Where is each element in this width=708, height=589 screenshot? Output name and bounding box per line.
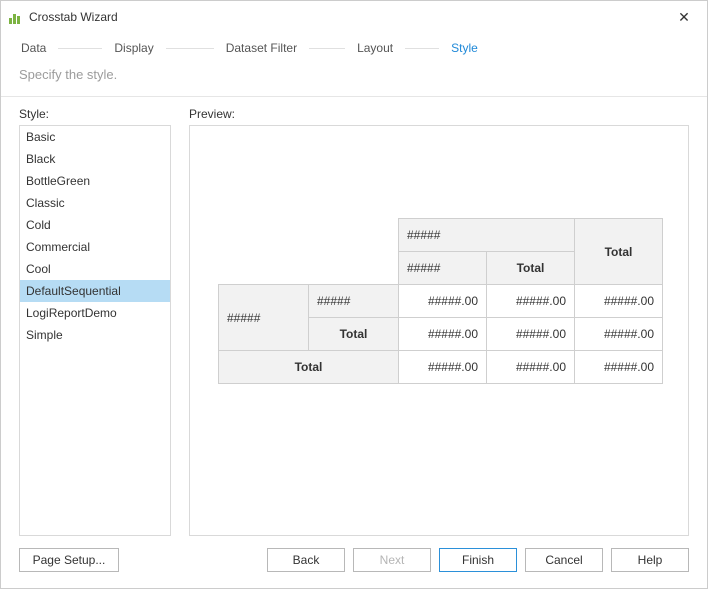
row-grand-total-header: Total	[219, 351, 399, 384]
step-style[interactable]: Style	[449, 41, 480, 55]
cell-value: #####.00	[575, 351, 663, 384]
preview-panel: ##### Total ##### Total ##### ##### ####…	[189, 125, 689, 536]
step-display[interactable]: Display	[112, 41, 155, 55]
close-icon[interactable]: ✕	[669, 5, 699, 29]
step-dataset-filter[interactable]: Dataset Filter	[224, 41, 299, 55]
help-button[interactable]: Help	[611, 548, 689, 572]
title-bar: Crosstab Wizard ✕	[1, 1, 707, 33]
col-group-header: #####	[399, 219, 575, 252]
page-setup-button[interactable]: Page Setup...	[19, 548, 119, 572]
style-item[interactable]: Cold	[20, 214, 170, 236]
col-total-header: Total	[487, 252, 575, 285]
style-item[interactable]: Simple	[20, 324, 170, 346]
app-icon	[9, 10, 23, 24]
cell-value: #####.00	[575, 318, 663, 351]
back-button[interactable]: Back	[267, 548, 345, 572]
style-item[interactable]: Black	[20, 148, 170, 170]
col-grand-total-header: Total	[575, 219, 663, 285]
col-header: #####	[399, 252, 487, 285]
style-item[interactable]: DefaultSequential	[20, 280, 170, 302]
next-button: Next	[353, 548, 431, 572]
window-title: Crosstab Wizard	[29, 10, 118, 24]
cell-value: #####.00	[575, 285, 663, 318]
style-item[interactable]: Commercial	[20, 236, 170, 258]
cell-value: #####.00	[399, 351, 487, 384]
cell-value: #####.00	[487, 318, 575, 351]
wizard-steps: Data Display Dataset Filter Layout Style	[1, 33, 707, 61]
subtitle: Specify the style.	[1, 61, 707, 96]
row-total-header: Total	[309, 318, 399, 351]
cancel-button[interactable]: Cancel	[525, 548, 603, 572]
step-data[interactable]: Data	[19, 41, 48, 55]
style-item[interactable]: LogiReportDemo	[20, 302, 170, 324]
style-item[interactable]: Classic	[20, 192, 170, 214]
cell-value: #####.00	[487, 351, 575, 384]
row-group-header: #####	[219, 285, 309, 351]
row-header: #####	[309, 285, 399, 318]
cell-value: #####.00	[399, 285, 487, 318]
style-item[interactable]: Basic	[20, 126, 170, 148]
cell-value: #####.00	[399, 318, 487, 351]
cell-value: #####.00	[487, 285, 575, 318]
footer: Page Setup... Back Next Finish Cancel He…	[1, 536, 707, 588]
style-item[interactable]: BottleGreen	[20, 170, 170, 192]
style-list[interactable]: BasicBlackBottleGreenClassicColdCommerci…	[19, 125, 171, 536]
style-label: Style:	[19, 107, 171, 121]
style-item[interactable]: Cool	[20, 258, 170, 280]
finish-button[interactable]: Finish	[439, 548, 517, 572]
step-layout[interactable]: Layout	[355, 41, 395, 55]
crosstab-preview: ##### Total ##### Total ##### ##### ####…	[218, 218, 663, 384]
preview-label: Preview:	[189, 107, 689, 121]
